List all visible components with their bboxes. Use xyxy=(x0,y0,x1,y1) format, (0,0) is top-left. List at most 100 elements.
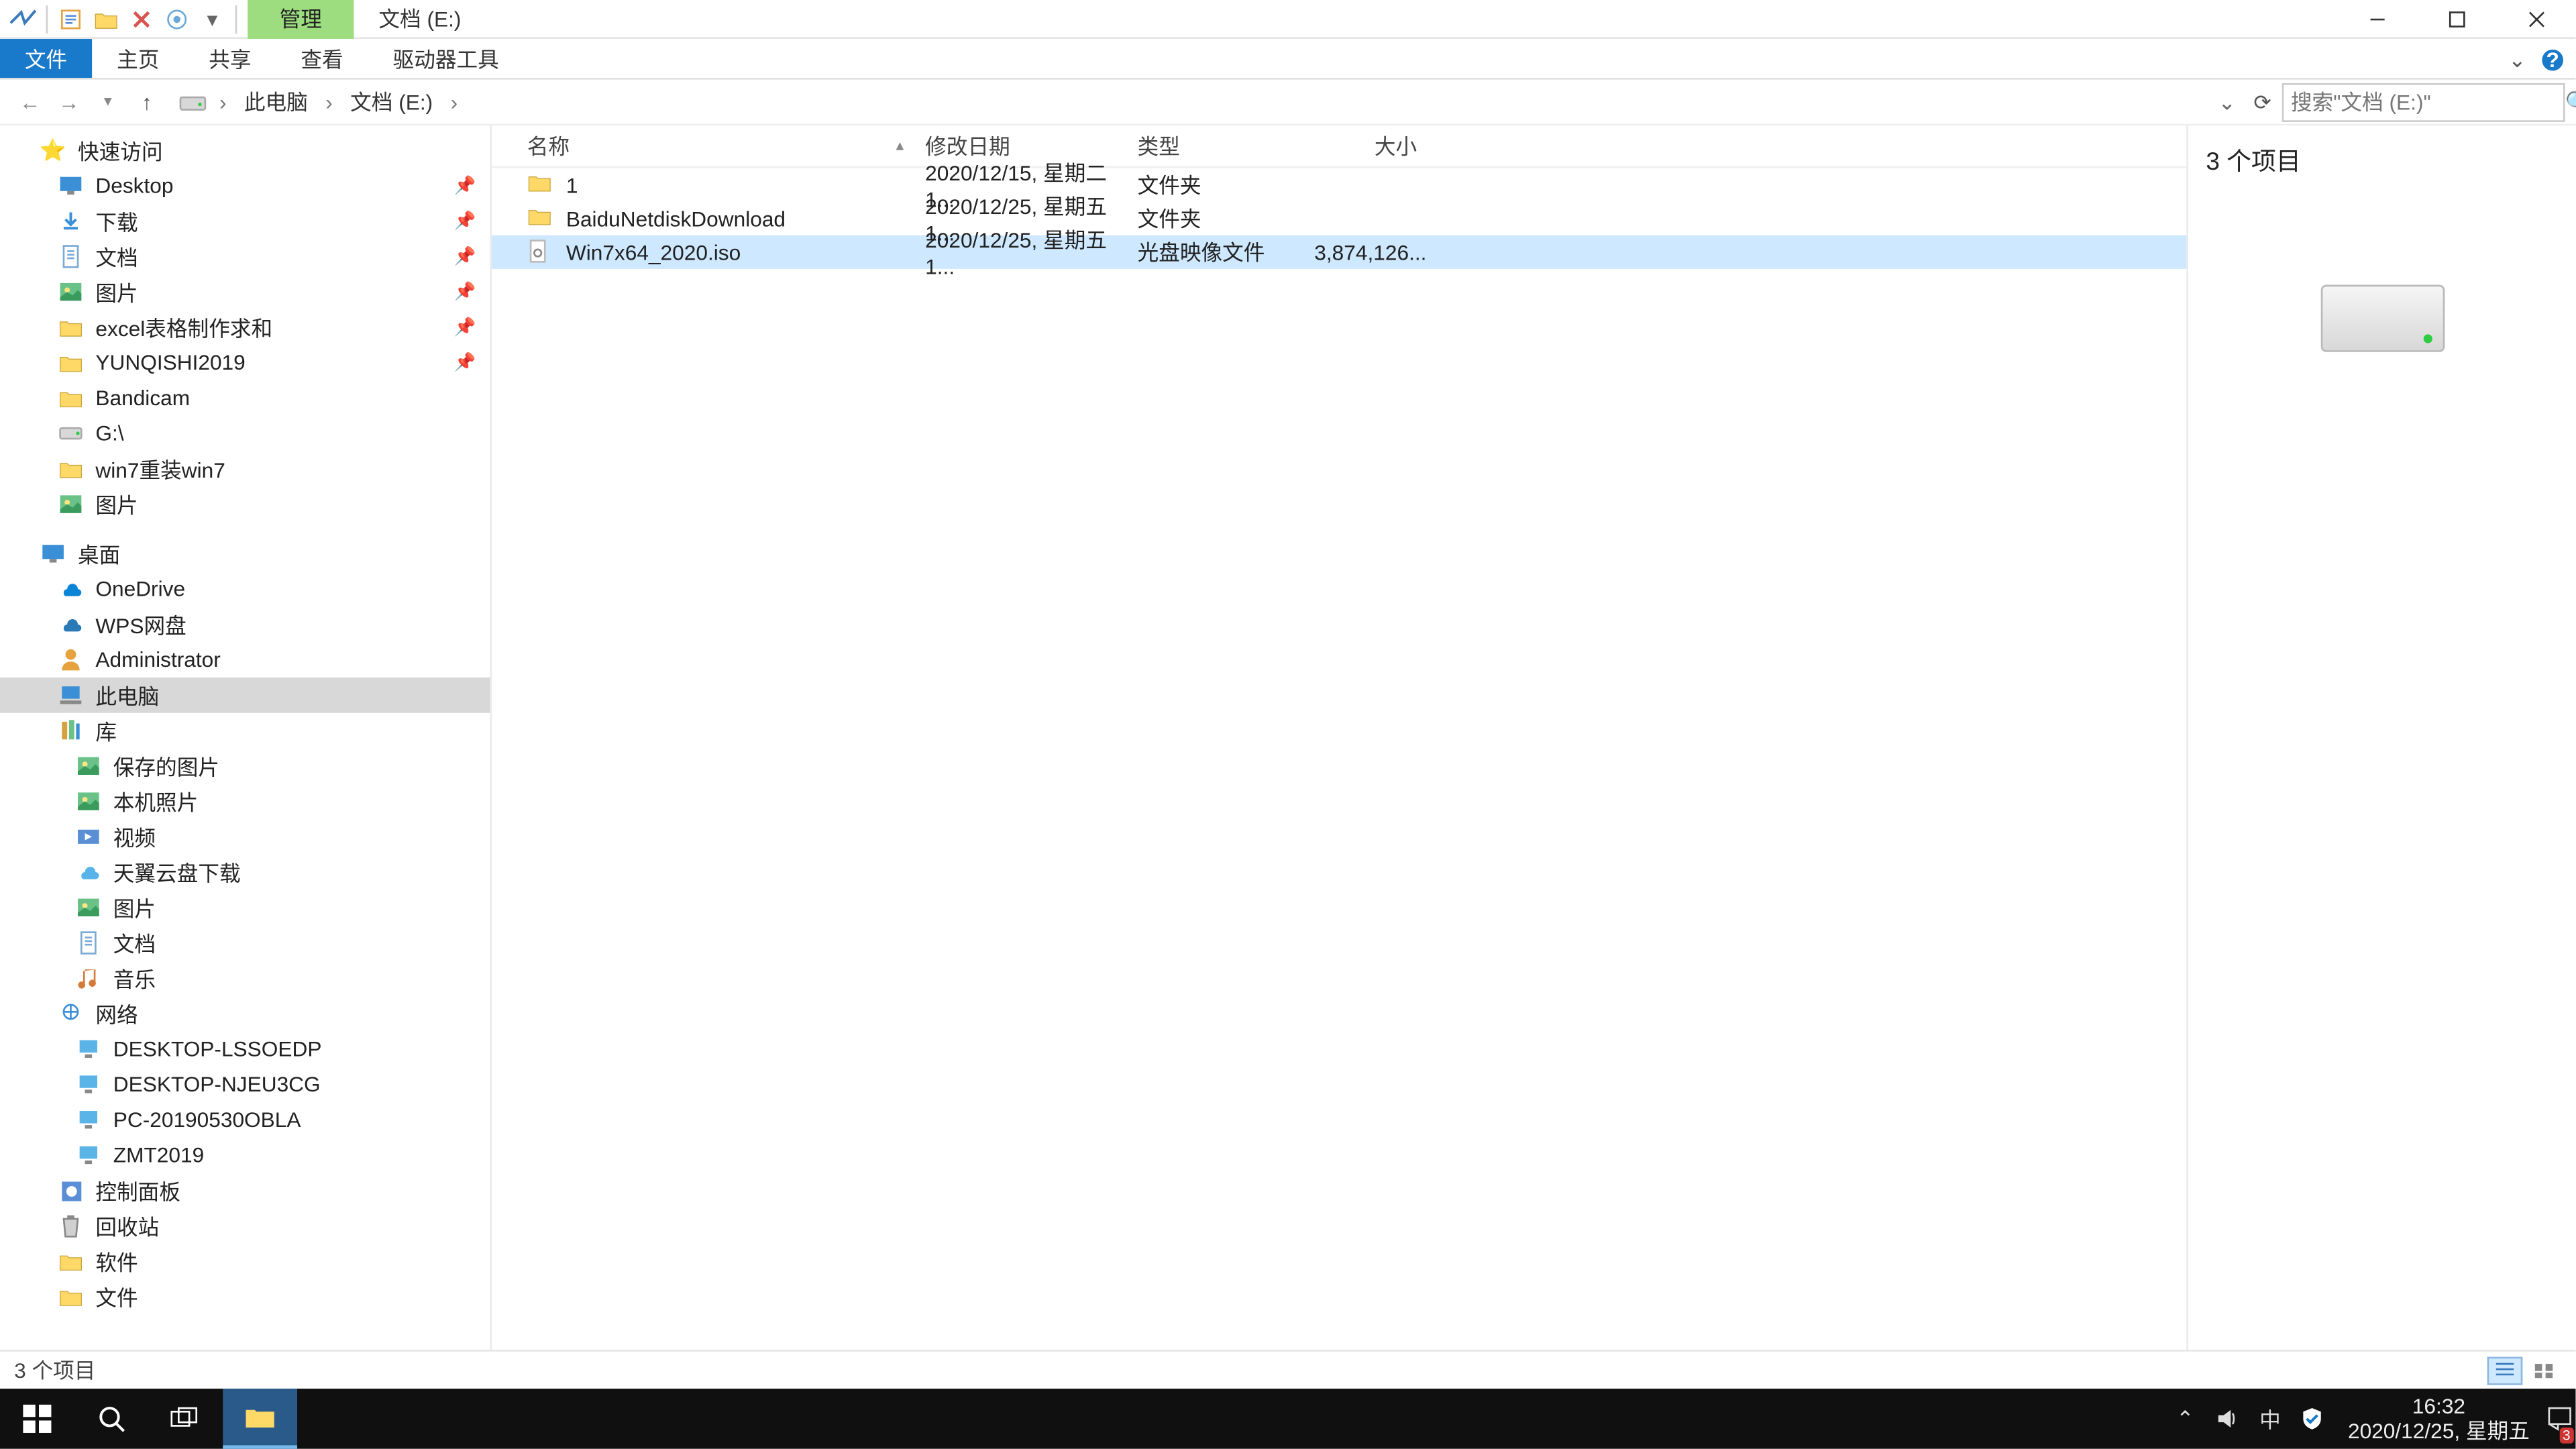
network-icon xyxy=(56,1000,85,1028)
task-view-button[interactable] xyxy=(149,1389,223,1449)
chevron-right-icon[interactable]: › xyxy=(443,89,465,114)
nav-quick-item[interactable]: Desktop📌 xyxy=(0,168,490,204)
nav-desktop[interactable]: 桌面 xyxy=(0,536,490,572)
ribbon-tab-view[interactable]: 查看 xyxy=(276,39,368,78)
nav-network-item[interactable]: PC-20190530OBLA xyxy=(0,1102,490,1138)
ribbon-tab-file[interactable]: 文件 xyxy=(0,39,92,78)
delete-icon[interactable] xyxy=(125,3,157,34)
nav-desktop-item[interactable]: WPS网盘 xyxy=(0,606,490,642)
nav-quick-item[interactable]: 图片 xyxy=(0,486,490,522)
chevron-right-icon[interactable]: › xyxy=(212,89,233,114)
file-row[interactable]: Win7x64_2020.iso2020/12/25, 星期五 1...光盘映像… xyxy=(492,235,2186,269)
preview-title: 3 个项目 xyxy=(2206,144,2301,179)
nav-network-item[interactable]: DESKTOP-NJEU3CG xyxy=(0,1067,490,1102)
security-icon[interactable] xyxy=(2292,1389,2334,1449)
nav-quick-access[interactable]: ⭐快速访问 xyxy=(0,133,490,168)
ribbon-tab-drive-tools[interactable]: 驱动器工具 xyxy=(368,39,524,78)
nav-lib-item[interactable]: 本机照片 xyxy=(0,784,490,819)
search-input[interactable] xyxy=(2291,89,2565,114)
nav-quick-item[interactable]: 图片📌 xyxy=(0,274,490,310)
nav-quick-item[interactable]: excel表格制作求和📌 xyxy=(0,309,490,345)
recent-dropdown-icon[interactable]: ▾ xyxy=(89,83,127,121)
column-size[interactable]: 大小 xyxy=(1303,131,1428,161)
back-button[interactable]: ← xyxy=(11,83,50,121)
new-folder-icon[interactable] xyxy=(90,3,121,34)
nav-extra-item[interactable]: 控制面板 xyxy=(0,1173,490,1208)
ribbon-tab-home[interactable]: 主页 xyxy=(92,39,184,78)
nav-extra-item[interactable]: 回收站 xyxy=(0,1208,490,1244)
column-name[interactable]: 名称▴ xyxy=(517,131,914,161)
folder-icon xyxy=(56,1283,85,1311)
file-row[interactable]: 12020/12/15, 星期二 1...文件夹 xyxy=(492,168,2186,202)
nav-label: 桌面 xyxy=(78,539,120,569)
lib-icon xyxy=(56,716,85,745)
help-icon[interactable]: ? xyxy=(2540,47,2565,72)
taskbar: ⌃ 中 16:32 2020/12/25, 星期五 3 xyxy=(0,1389,2575,1449)
address-dropdown-icon[interactable]: ⌄ xyxy=(2211,89,2243,114)
nav-quick-item[interactable]: YUNQISHI2019📌 xyxy=(0,345,490,380)
maximize-button[interactable] xyxy=(2416,0,2496,38)
chevron-right-icon[interactable]: › xyxy=(319,89,340,114)
file-row[interactable]: BaiduNetdiskDownload2020/12/25, 星期五 1...… xyxy=(492,202,2186,235)
refresh-icon[interactable]: ⟳ xyxy=(2243,89,2282,114)
crumb-current[interactable]: 文档 (E:) xyxy=(343,87,440,117)
folder-icon xyxy=(56,348,85,376)
icons-view-button[interactable] xyxy=(2526,1356,2562,1384)
volume-icon[interactable] xyxy=(2206,1389,2249,1449)
netpc-icon xyxy=(74,1106,103,1134)
column-headers: 名称▴ 修改日期 类型 大小 xyxy=(492,125,2186,168)
minimize-button[interactable] xyxy=(2337,0,2416,38)
nav-lib-item[interactable]: 音乐 xyxy=(0,961,490,996)
nav-label: G:\ xyxy=(95,421,123,446)
file-explorer-taskbar-icon[interactable] xyxy=(223,1389,297,1449)
file-rows[interactable]: 12020/12/15, 星期二 1...文件夹BaiduNetdiskDown… xyxy=(492,168,2186,1350)
search-icon[interactable]: 🔍 xyxy=(2565,89,2576,114)
crumb-this-pc[interactable]: 此电脑 xyxy=(237,87,315,117)
nav-quick-item[interactable]: 下载📌 xyxy=(0,203,490,239)
bin-icon xyxy=(56,1212,85,1240)
start-button[interactable] xyxy=(0,1389,74,1449)
nav-quick-item[interactable]: win7重装win7 xyxy=(0,451,490,486)
nav-network-item[interactable]: ZMT2019 xyxy=(0,1138,490,1173)
settings-icon[interactable] xyxy=(161,3,193,34)
navigation-pane[interactable]: ⭐快速访问 Desktop📌下载📌文档📌图片📌excel表格制作求和📌YUNQI… xyxy=(0,125,492,1350)
nav-lib-item[interactable]: 图片 xyxy=(0,890,490,925)
nav-quick-item[interactable]: G:\ xyxy=(0,416,490,451)
nav-network[interactable]: 网络 xyxy=(0,996,490,1032)
ribbon-expand-icon[interactable]: ⌄ xyxy=(2508,47,2526,72)
taskbar-clock[interactable]: 16:32 2020/12/25, 星期五 xyxy=(2334,1393,2544,1444)
nav-lib-item[interactable]: 视频 xyxy=(0,819,490,855)
column-type[interactable]: 类型 xyxy=(1127,131,1304,161)
file-size: 3,874,126... xyxy=(1303,239,1428,264)
properties-icon[interactable] xyxy=(55,3,87,34)
nav-label: excel表格制作求和 xyxy=(95,312,272,342)
nav-desktop-item[interactable]: Administrator xyxy=(0,642,490,678)
breadcrumb[interactable]: › 此电脑 › 文档 (E:) › xyxy=(177,83,2200,121)
ime-icon[interactable]: 中 xyxy=(2249,1389,2291,1449)
nav-network-item[interactable]: DESKTOP-LSSOEDP xyxy=(0,1031,490,1067)
nav-quick-item[interactable]: Bandicam xyxy=(0,380,490,416)
forward-button[interactable]: → xyxy=(50,83,89,121)
search-box[interactable]: 🔍 xyxy=(2282,83,2565,121)
nav-desktop-item[interactable]: 此电脑 xyxy=(0,678,490,713)
qat-dropdown-icon[interactable]: ▾ xyxy=(197,3,228,34)
nav-extra-item[interactable]: 文件 xyxy=(0,1279,490,1315)
tray-overflow-icon[interactable]: ⌃ xyxy=(2164,1389,2206,1449)
up-button[interactable]: ↑ xyxy=(127,83,166,121)
nav-desktop-item[interactable]: 库 xyxy=(0,713,490,749)
search-button[interactable] xyxy=(74,1389,149,1449)
nav-extra-item[interactable]: 软件 xyxy=(0,1244,490,1279)
nav-lib-item[interactable]: 保存的图片 xyxy=(0,748,490,784)
ribbon-tab-share[interactable]: 共享 xyxy=(184,39,276,78)
notifications-icon[interactable]: 3 xyxy=(2544,1389,2575,1449)
nav-lib-item[interactable]: 天翼云盘下载 xyxy=(0,855,490,890)
close-button[interactable] xyxy=(2496,0,2576,38)
nav-label: Bandicam xyxy=(95,386,190,411)
details-view-button[interactable] xyxy=(2487,1356,2523,1384)
folder-icon xyxy=(56,313,85,341)
nav-quick-item[interactable]: 文档📌 xyxy=(0,239,490,274)
nav-desktop-item[interactable]: OneDrive xyxy=(0,572,490,607)
nav-lib-item[interactable]: 文档 xyxy=(0,925,490,961)
column-date[interactable]: 修改日期 xyxy=(914,131,1126,161)
app-icon[interactable] xyxy=(7,3,39,34)
